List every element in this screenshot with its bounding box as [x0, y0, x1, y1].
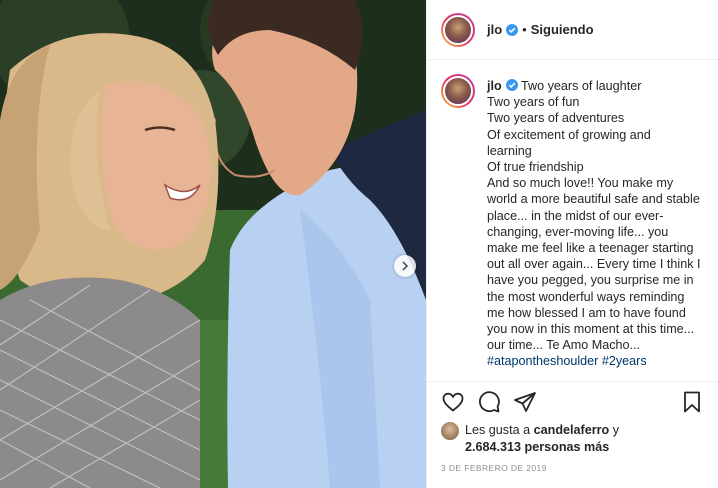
following-button[interactable]: Siguiendo [531, 22, 594, 37]
caption-avatar[interactable] [441, 74, 475, 108]
hashtag-line: #atapontheshoulder #2years [487, 353, 704, 369]
caption-line: Of excitement of growing and [487, 127, 651, 142]
likes-count[interactable]: 2.684.313 personas más [465, 440, 609, 454]
liker-avatar[interactable] [441, 422, 459, 440]
save-button[interactable] [680, 390, 704, 414]
caption-line: the most wonderful ways reminding [487, 289, 685, 304]
likes-summary: Les gusta a candelaferro y 2.684.313 per… [427, 422, 718, 456]
post-sidebar: jlo • Siguiendo jlo Two years of laughte… [426, 0, 718, 488]
caption-line: you now in this moment at this time... [487, 322, 695, 337]
like-button[interactable] [441, 390, 465, 414]
photo-illustration [0, 0, 426, 488]
action-bar [427, 382, 718, 422]
share-button[interactable] [513, 390, 537, 414]
caption-line: our time... Te Amo Macho... [487, 338, 641, 353]
heart-outline-icon [442, 392, 464, 412]
caption-line: out all over again... Every time I think… [487, 257, 701, 272]
liker-username[interactable]: candelaferro [534, 423, 610, 437]
verified-badge-icon [506, 23, 519, 36]
header-username[interactable]: jlo [487, 22, 502, 37]
chevron-right-icon [402, 261, 409, 271]
bookmark-icon [684, 391, 700, 413]
post-photo[interactable] [0, 0, 426, 488]
comment-button[interactable] [477, 390, 501, 414]
caption-line: Of true friendship [487, 160, 584, 175]
follow-separator: • [522, 22, 527, 37]
caption-line: have you pegged, you surprise me in [487, 273, 694, 288]
avatar[interactable] [441, 12, 475, 47]
caption-line: Two years of laughter [520, 79, 642, 93]
paper-plane-icon [514, 392, 536, 412]
hashtag-link[interactable]: #atapontheshoulder [487, 354, 598, 368]
hashtag-link[interactable]: #2years [602, 354, 647, 368]
likes-conjunction: y [612, 423, 620, 437]
caption-line: Two years of adventures [487, 111, 625, 126]
carousel-next-button[interactable] [394, 255, 416, 277]
caption-text: jlo Two years of laughter Two years of f… [487, 78, 704, 381]
caption-username[interactable]: jlo [487, 79, 502, 93]
caption-section: jlo Two years of laughter Two years of f… [427, 60, 718, 382]
caption-line: me how blessed I am to have found [487, 305, 686, 320]
caption-line: make me feel like a teenager starting [487, 241, 694, 256]
post-date[interactable]: 3 de febrero de 2019 [427, 456, 718, 473]
caption-line: Two years of fun [487, 95, 580, 110]
comment-bubble-icon [479, 391, 500, 413]
caption-line: world a more beautiful safe and stable [487, 192, 700, 207]
caption-line: place... in the midst of our ever- [487, 208, 664, 223]
verified-badge-icon [505, 79, 518, 91]
instagram-post: jlo • Siguiendo jlo Two years of laughte… [0, 0, 718, 488]
caption-line: And so much love!! You make my [487, 176, 674, 191]
likes-text: Les gusta a candelaferro y 2.684.313 per… [465, 422, 619, 456]
likes-prefix: Les gusta a [465, 423, 531, 437]
caption-line: changing, ever-moving life... you [487, 224, 669, 239]
avatar-image [443, 76, 473, 106]
post-header: jlo • Siguiendo [427, 0, 718, 60]
caption-line: learning [487, 143, 532, 158]
avatar-image [443, 14, 473, 45]
